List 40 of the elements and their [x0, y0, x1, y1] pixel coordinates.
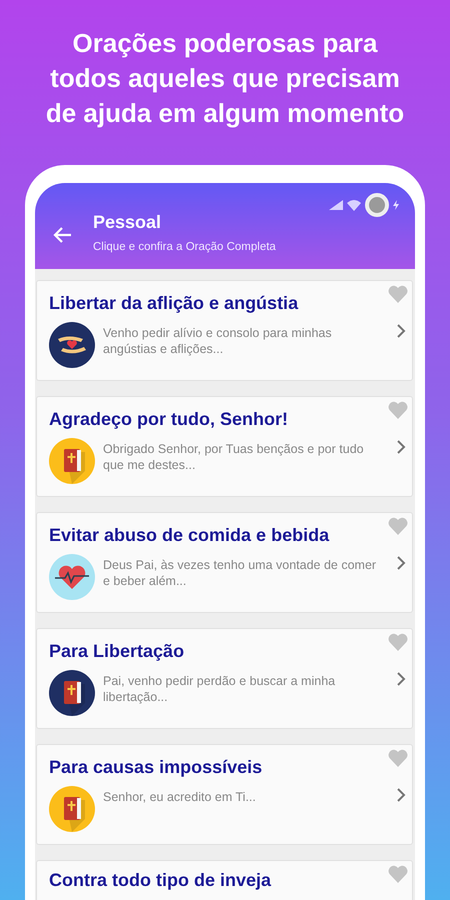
chevron-icon	[396, 323, 406, 339]
bible-icon	[49, 438, 95, 484]
prayer-excerpt: Pai, venho pedir perdão e buscar a minha libertação...	[103, 673, 336, 705]
favorite-icon[interactable]	[388, 749, 408, 767]
headline: Orações poderosas para todos aqueles que precisam de ajuda em algum momento	[44, 27, 406, 130]
heart-pulse-icon	[49, 554, 95, 600]
prayer-excerpt: Obrigado Senhor, por Tuas bençãos e por tudo que me destes...	[103, 441, 365, 473]
prayer-card[interactable]: Para causas impossíveis Senhor, eu acredito em Ti...	[36, 744, 413, 845]
prayer-title: Contra todo tipo de inveja	[49, 870, 272, 891]
camera-dot	[365, 193, 389, 217]
favorite-icon[interactable]	[388, 517, 408, 535]
prayer-title: Evitar abuso de comida e bebida	[49, 525, 330, 546]
bible-icon	[49, 670, 95, 716]
bible-icon	[49, 786, 95, 832]
prayer-title: Para Libertação	[49, 641, 186, 662]
prayer-card[interactable]: Evitar abuso de comida e bebida Deus Pai, às vezes tenho uma vontade de comer e beber além...	[36, 512, 413, 613]
prayer-title: Agradeço por tudo, Senhor!	[49, 409, 290, 430]
prayer-card[interactable]: Libertar da aflição e angústia Venho pedir alívio e consolo para minhas angústias e aflições...	[36, 280, 413, 381]
chevron-icon	[396, 555, 406, 571]
prayer-title: Libertar da aflição e angústia	[49, 293, 300, 314]
prayer-card[interactable]: Agradeço por tudo, Senhor! Obrigado Senhor, por Tuas bençãos e por tudo que me destes...	[36, 396, 413, 497]
favorite-icon[interactable]	[388, 401, 408, 419]
chevron-icon	[396, 671, 406, 687]
signal-icon	[329, 200, 343, 210]
screen-title: Pessoal	[93, 212, 162, 232]
back-icon[interactable]	[53, 225, 73, 245]
prayer-card[interactable]: Contra todo tipo de inveja	[36, 860, 413, 900]
charging-icon	[393, 200, 399, 210]
prayer-excerpt: Deus Pai, às vezes tenho uma vontade de comer e beber além...	[103, 557, 378, 589]
favorite-icon[interactable]	[388, 285, 408, 303]
prayer-excerpt: Senhor, eu acredito em Ti...	[103, 789, 256, 805]
wifi-icon	[347, 200, 361, 210]
chevron-icon	[396, 439, 406, 455]
prayer-title: Para causas impossíveis	[49, 757, 264, 778]
favorite-icon[interactable]	[388, 633, 408, 651]
prayer-excerpt: Venho pedir alívio e consolo para minhas angústias e aflições...	[103, 325, 333, 357]
favorite-icon[interactable]	[388, 865, 408, 883]
prayer-card[interactable]: Para Libertação Pai, venho pedir perdão e buscar a minha libertação...	[36, 628, 413, 729]
chevron-icon	[396, 787, 406, 803]
screen-subtitle: Clique e confira a Oração Completa	[93, 240, 276, 252]
